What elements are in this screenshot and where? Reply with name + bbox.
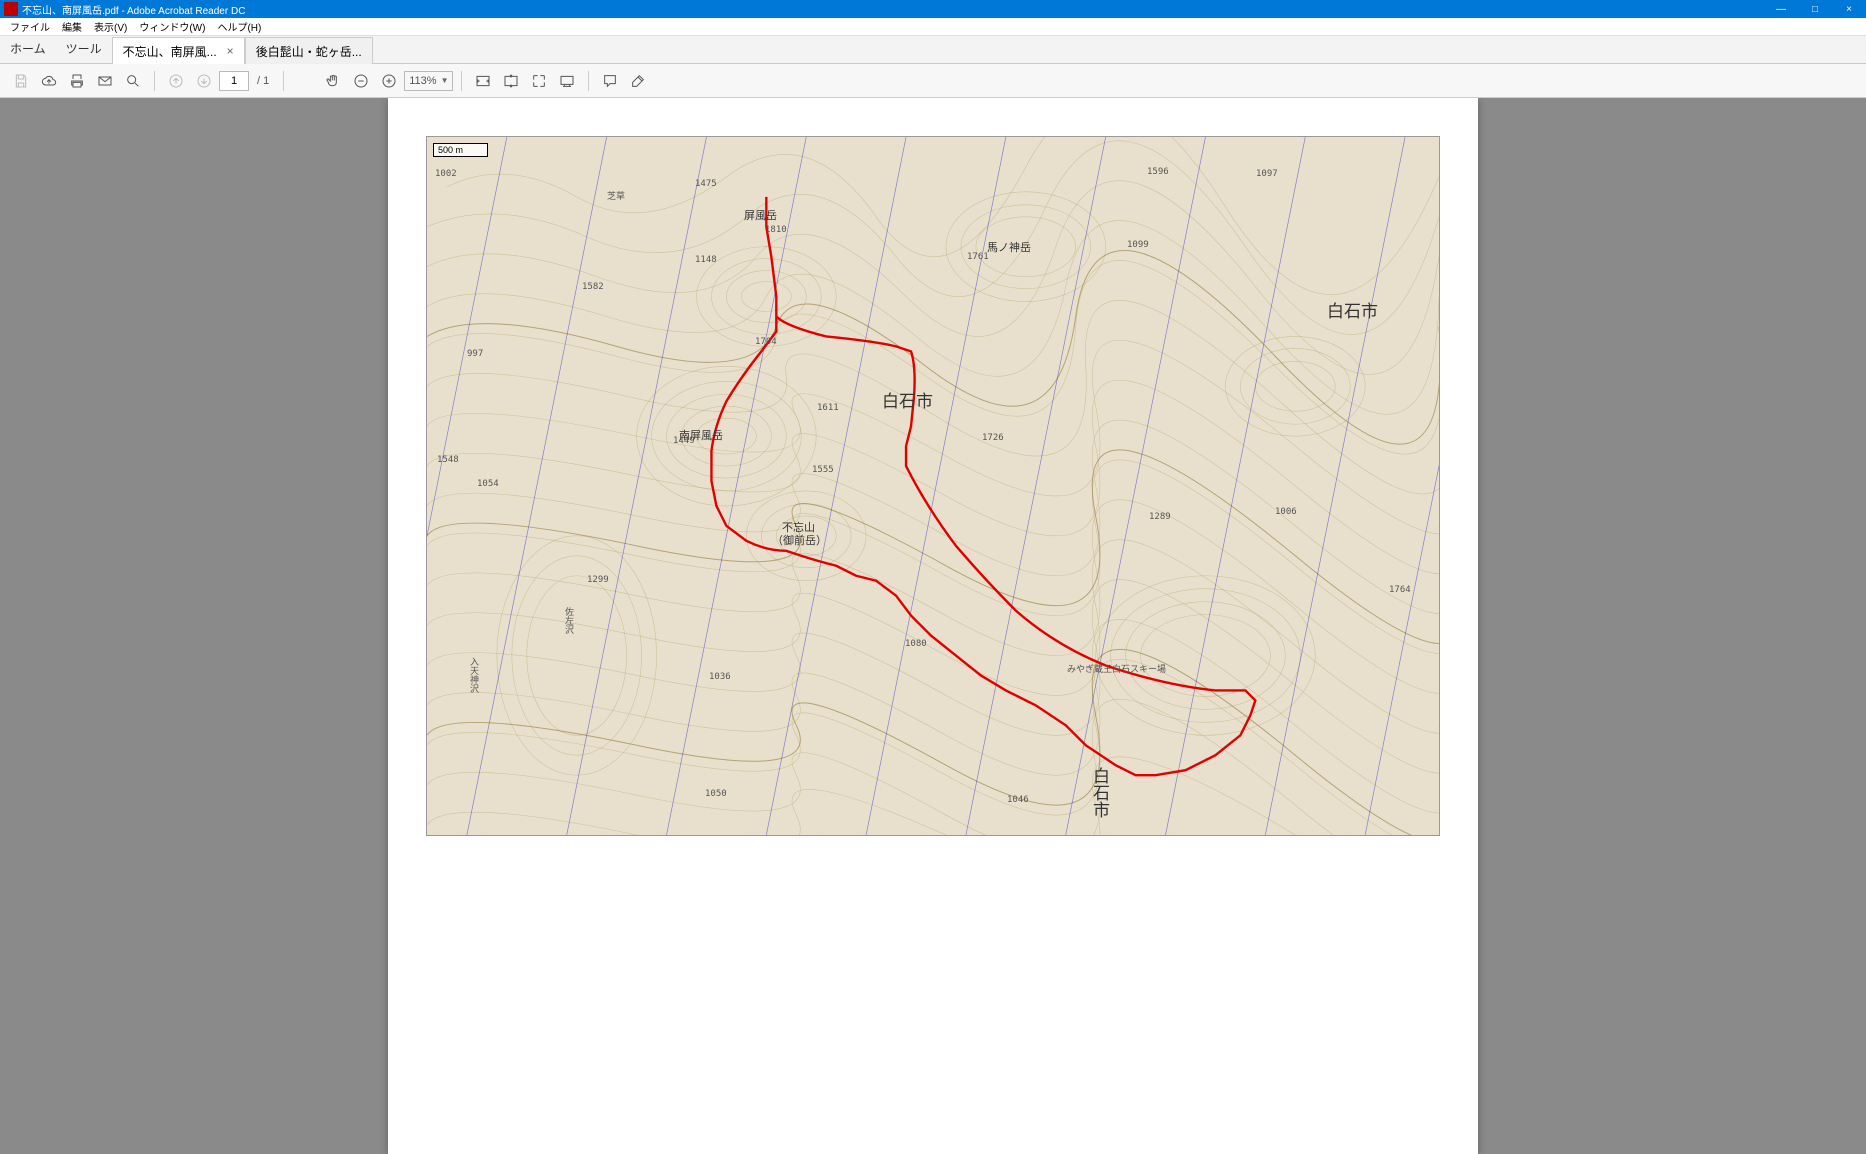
fit-width-icon[interactable]	[470, 68, 496, 94]
window-title: 不忘山、南屏風岳.pdf - Adobe Acrobat Reader DC	[22, 2, 1764, 17]
highlight-icon[interactable]	[625, 68, 651, 94]
label-fubosan-alt: （御前岳）	[772, 532, 827, 548]
email-icon[interactable]	[92, 68, 118, 94]
elevation-label: 1596	[1147, 167, 1169, 177]
elevation-label: 1475	[695, 179, 717, 189]
nav-home[interactable]: ホーム	[0, 34, 56, 63]
label-umakami: 馬ノ神岳	[987, 239, 1031, 255]
cloud-upload-icon[interactable]	[36, 68, 62, 94]
zoom-value: 113%	[409, 75, 436, 87]
elevation-label: 1299	[587, 575, 609, 585]
label-city-2: 白石市	[1327, 297, 1378, 322]
select-tool-icon[interactable]	[292, 68, 318, 94]
fit-page-icon[interactable]	[498, 68, 524, 94]
elevation-label: 1726	[982, 433, 1004, 443]
elevation-label: 1555	[812, 465, 834, 475]
elevation-label: 1764	[1389, 585, 1411, 595]
fullscreen-icon[interactable]	[526, 68, 552, 94]
elevation-label: 1449	[673, 436, 695, 446]
chevron-down-icon: ▼	[441, 76, 449, 85]
separator	[588, 71, 589, 91]
map-canvas: 500 m	[426, 136, 1440, 836]
elevation-label: 1548	[437, 455, 459, 465]
elevation-label: 1289	[1149, 512, 1171, 522]
page-input[interactable]	[219, 71, 249, 91]
document-tab-2[interactable]: 後白髭山・蛇ヶ岳...	[245, 37, 373, 64]
menu-edit[interactable]: 編集	[56, 19, 88, 34]
separator	[283, 71, 284, 91]
document-tab-1[interactable]: 不忘山、南屏風... ×	[112, 37, 245, 64]
elevation-label: 1704	[755, 337, 777, 347]
menu-help[interactable]: ヘルプ(H)	[211, 19, 267, 34]
zoom-in-icon[interactable]	[376, 68, 402, 94]
elevation-label: 1006	[1275, 507, 1297, 517]
prev-page-icon[interactable]	[163, 68, 189, 94]
document-viewport[interactable]: 500 m	[0, 98, 1866, 1154]
menu-file[interactable]: ファイル	[4, 19, 56, 34]
label-city-3: 白石市	[1087, 767, 1112, 818]
elevation-label: 1810	[765, 225, 787, 235]
separator	[461, 71, 462, 91]
zoom-select[interactable]: 113% ▼	[404, 71, 453, 91]
toolbar: / 1 113% ▼	[0, 64, 1866, 98]
menubar: ファイル 編集 表示(V) ウィンドウ(W) ヘルプ(H)	[0, 18, 1866, 36]
tab-label: 後白髭山・蛇ヶ岳...	[256, 43, 362, 60]
search-icon[interactable]	[120, 68, 146, 94]
elevation-label: 1148	[695, 255, 717, 265]
menu-window[interactable]: ウィンドウ(W)	[133, 19, 211, 34]
label-sasozawa: 佐左沢	[562, 607, 575, 634]
tabbar: ホーム ツール 不忘山、南屏風... × 後白髭山・蛇ヶ岳...	[0, 36, 1866, 64]
print-icon[interactable]	[64, 68, 90, 94]
menu-view[interactable]: 表示(V)	[88, 19, 133, 34]
nav-tools[interactable]: ツール	[56, 34, 112, 63]
page-count: / 1	[251, 75, 275, 87]
label-byobudake: 屏風岳	[744, 207, 777, 223]
label-nyuten: 入天神沢	[467, 657, 480, 693]
elevation-label: 1002	[435, 169, 457, 179]
label-ski: みやぎ蔵王白石スキー場	[1067, 662, 1166, 675]
elevation-label: 1080	[905, 639, 927, 649]
label-city-1: 白石市	[882, 387, 933, 412]
elevation-label: 997	[467, 349, 483, 359]
read-mode-icon[interactable]	[554, 68, 580, 94]
hand-tool-icon[interactable]	[320, 68, 346, 94]
minimize-button[interactable]: —	[1764, 0, 1798, 18]
elevation-label: 1097	[1256, 169, 1278, 179]
grid-lines	[427, 137, 1439, 835]
elevation-label: 1046	[1007, 795, 1029, 805]
elevation-label: 1611	[817, 403, 839, 413]
save-icon[interactable]	[8, 68, 34, 94]
contours	[427, 137, 1439, 835]
elevation-label: 1050	[705, 789, 727, 799]
close-tab-icon[interactable]: ×	[227, 44, 234, 58]
elevation-label: 1099	[1127, 240, 1149, 250]
label-shibakusa: 芝草	[607, 189, 625, 202]
maximize-button[interactable]: □	[1798, 0, 1832, 18]
next-page-icon[interactable]	[191, 68, 217, 94]
elevation-label: 1582	[582, 282, 604, 292]
map-svg	[427, 137, 1439, 835]
elevation-label: 1054	[477, 479, 499, 489]
close-window-button[interactable]: ×	[1832, 0, 1866, 18]
zoom-out-icon[interactable]	[348, 68, 374, 94]
elevation-label: 1036	[709, 672, 731, 682]
tab-label: 不忘山、南屏風...	[123, 43, 217, 60]
titlebar: 不忘山、南屏風岳.pdf - Adobe Acrobat Reader DC —…	[0, 0, 1866, 18]
comment-icon[interactable]	[597, 68, 623, 94]
separator	[154, 71, 155, 91]
pdf-page: 500 m	[388, 98, 1478, 1154]
app-icon	[4, 2, 18, 16]
elevation-label: 1761	[967, 252, 989, 262]
